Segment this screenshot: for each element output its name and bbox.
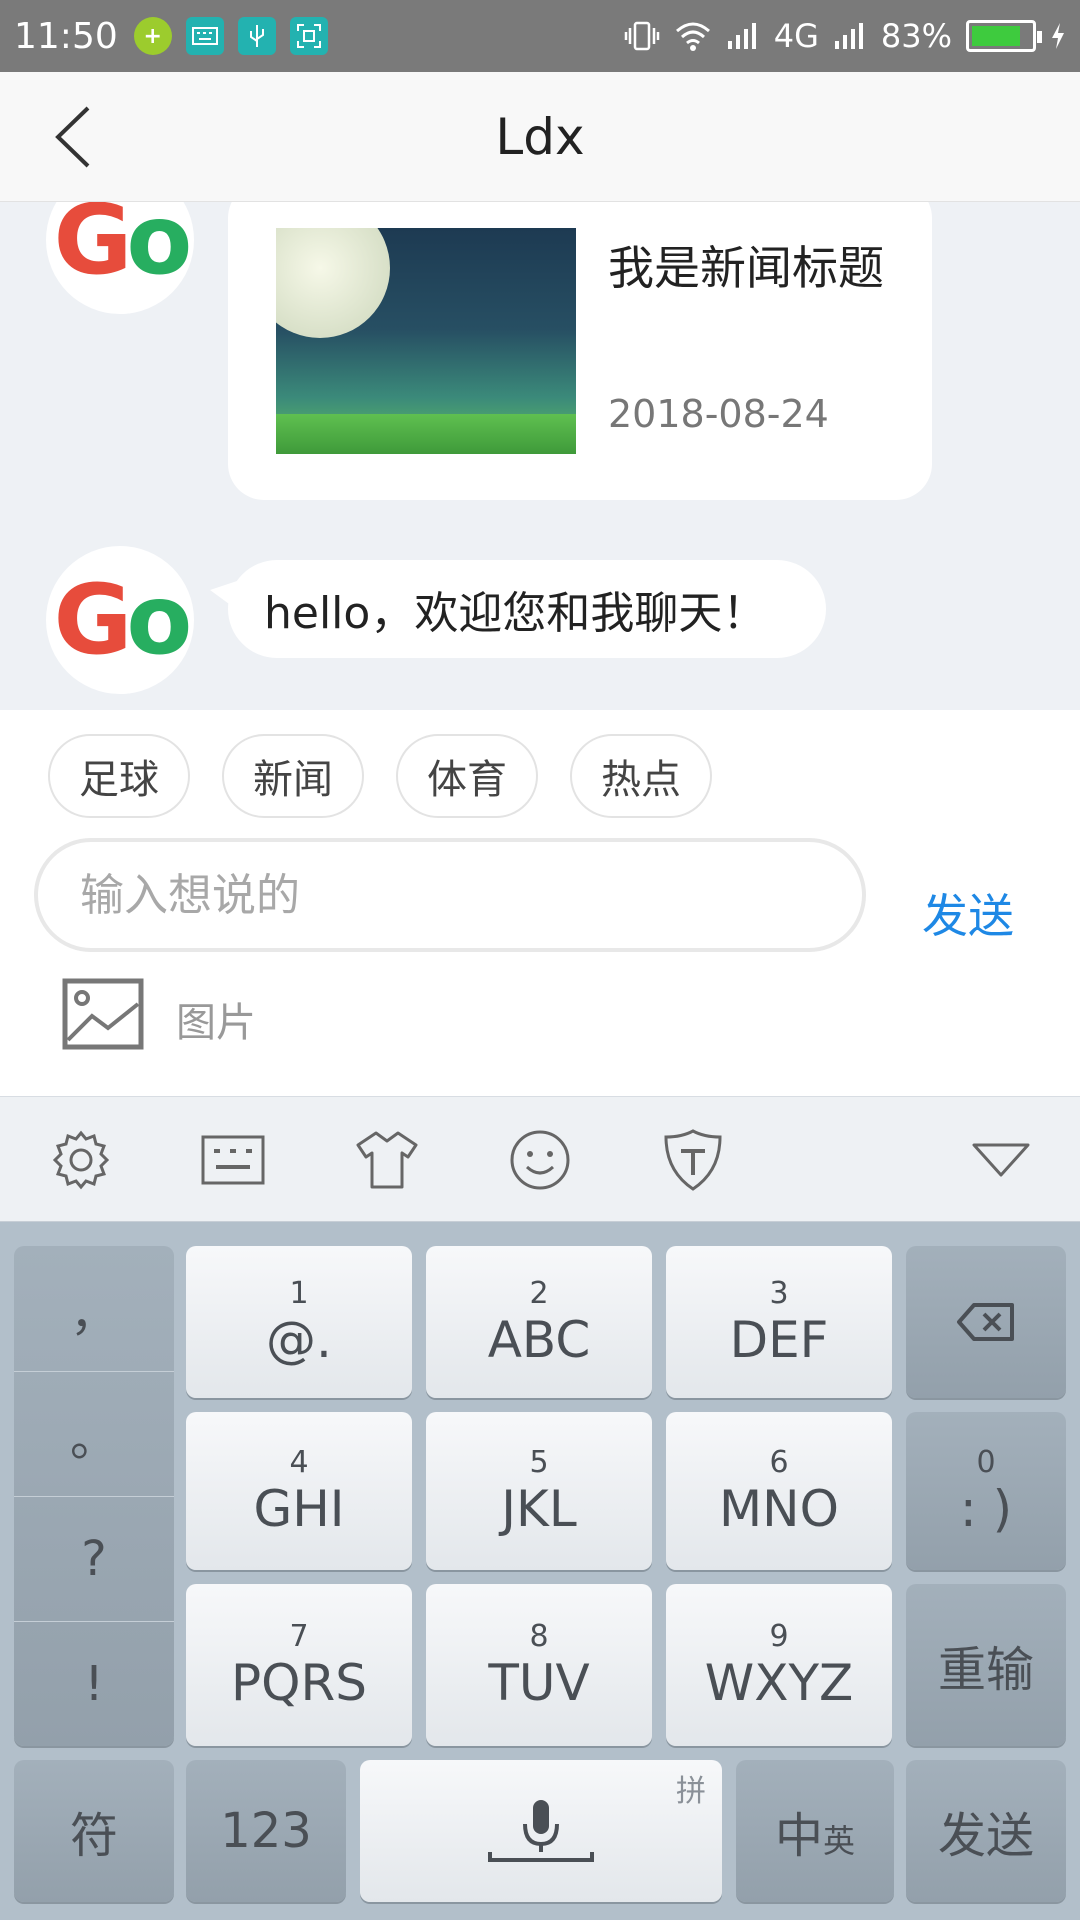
signal-icon: [727, 23, 756, 49]
symbol-key[interactable]: !: [14, 1621, 174, 1746]
news-date: 2018-08-24: [608, 392, 829, 436]
backspace-icon: [957, 1303, 1014, 1341]
signal-icon-2: [834, 23, 863, 49]
wifi-icon: [675, 22, 710, 51]
symbol-key[interactable]: ，: [14, 1246, 174, 1371]
microphone-icon: [488, 1800, 594, 1862]
tag-chip[interactable]: 体育: [396, 734, 538, 818]
status-bar: 11:50 + 4G 83%: [0, 0, 1080, 72]
collapse-triangle-icon[interactable]: [968, 1127, 1034, 1193]
keyboard-send-key[interactable]: 发送: [906, 1760, 1066, 1902]
news-thumbnail: [276, 228, 576, 454]
contact-avatar[interactable]: Go: [46, 202, 194, 314]
key-2[interactable]: 2 ABC: [426, 1246, 652, 1398]
battery-percent: 83%: [880, 17, 952, 55]
space-mic-key[interactable]: 拼: [360, 1760, 722, 1902]
tag-chip[interactable]: 足球: [48, 734, 190, 818]
theme-shirt-icon[interactable]: [354, 1127, 420, 1193]
quick-tags: 足球 新闻 体育 热点: [48, 734, 712, 818]
key-4[interactable]: 4 GHI: [186, 1412, 412, 1570]
settings-gear-icon[interactable]: [48, 1127, 114, 1193]
page-title: Ldx: [495, 108, 585, 166]
usb-icon: [237, 17, 276, 55]
key-1[interactable]: 1 @.: [186, 1246, 412, 1398]
emoji-icon[interactable]: [507, 1127, 573, 1193]
avatar-logo-icon: Go: [53, 564, 193, 676]
message-input[interactable]: [34, 838, 866, 952]
key-8[interactable]: 8 TUV: [426, 1584, 652, 1746]
shield-icon[interactable]: [660, 1127, 726, 1193]
symbol-key[interactable]: 。: [14, 1371, 174, 1496]
number-mode-key[interactable]: 123: [186, 1760, 346, 1902]
contact-avatar-2[interactable]: Go: [46, 546, 194, 694]
vibrate-icon: [624, 21, 659, 51]
image-icon[interactable]: [62, 978, 144, 1050]
screenshot-icon: [289, 17, 328, 55]
send-button[interactable]: 发送: [922, 880, 1014, 946]
input-panel: 足球 新闻 体育 热点 发送 图片: [0, 710, 1080, 1096]
keyboard-switch-icon[interactable]: [200, 1127, 266, 1193]
tag-chip[interactable]: 新闻: [222, 734, 364, 818]
message-bubble[interactable]: hello，欢迎您和我聊天！: [209, 560, 827, 658]
key-7[interactable]: 7 PQRS: [186, 1584, 412, 1746]
key-0[interactable]: 0 : ): [906, 1412, 1066, 1570]
t9-keyboard: ， 。 ? ! 1 @. 2 ABC 3 DEF 4 GHI 5 JKL 6 M…: [0, 1222, 1080, 1920]
tag-chip[interactable]: 热点: [570, 734, 712, 818]
key-3[interactable]: 3 DEF: [666, 1246, 892, 1398]
image-label[interactable]: 图片: [176, 990, 256, 1048]
avatar-logo-icon: Go: [53, 202, 193, 296]
network-type: 4G: [773, 17, 819, 55]
symbol-key[interactable]: ?: [14, 1496, 174, 1621]
symbol-column: ， 。 ? !: [14, 1246, 174, 1746]
key-6[interactable]: 6 MNO: [666, 1412, 892, 1570]
news-card[interactable]: 我是新闻标题 2018-08-24: [228, 202, 932, 500]
key-9[interactable]: 9 WXYZ: [666, 1584, 892, 1746]
charging-icon: [1052, 23, 1064, 49]
chat-area[interactable]: Go 我是新闻标题 2018-08-24 Go hello，欢迎您和我聊天！: [0, 202, 1080, 710]
symbol-mode-key[interactable]: 符: [14, 1760, 174, 1902]
reset-key[interactable]: 重输: [906, 1584, 1066, 1746]
backspace-key[interactable]: [906, 1246, 1066, 1398]
keyboard-notification-icon: [185, 17, 224, 55]
key-5[interactable]: 5 JKL: [426, 1412, 652, 1570]
status-time: 11:50: [14, 15, 118, 57]
news-title: 我是新闻标题: [608, 241, 884, 295]
keyboard-toolbar: [0, 1096, 1080, 1222]
battery-icon: [966, 20, 1042, 52]
app-notification-icon: +: [133, 17, 172, 55]
title-bar: Ldx: [0, 72, 1080, 202]
language-switch-key[interactable]: 中英: [736, 1760, 894, 1902]
